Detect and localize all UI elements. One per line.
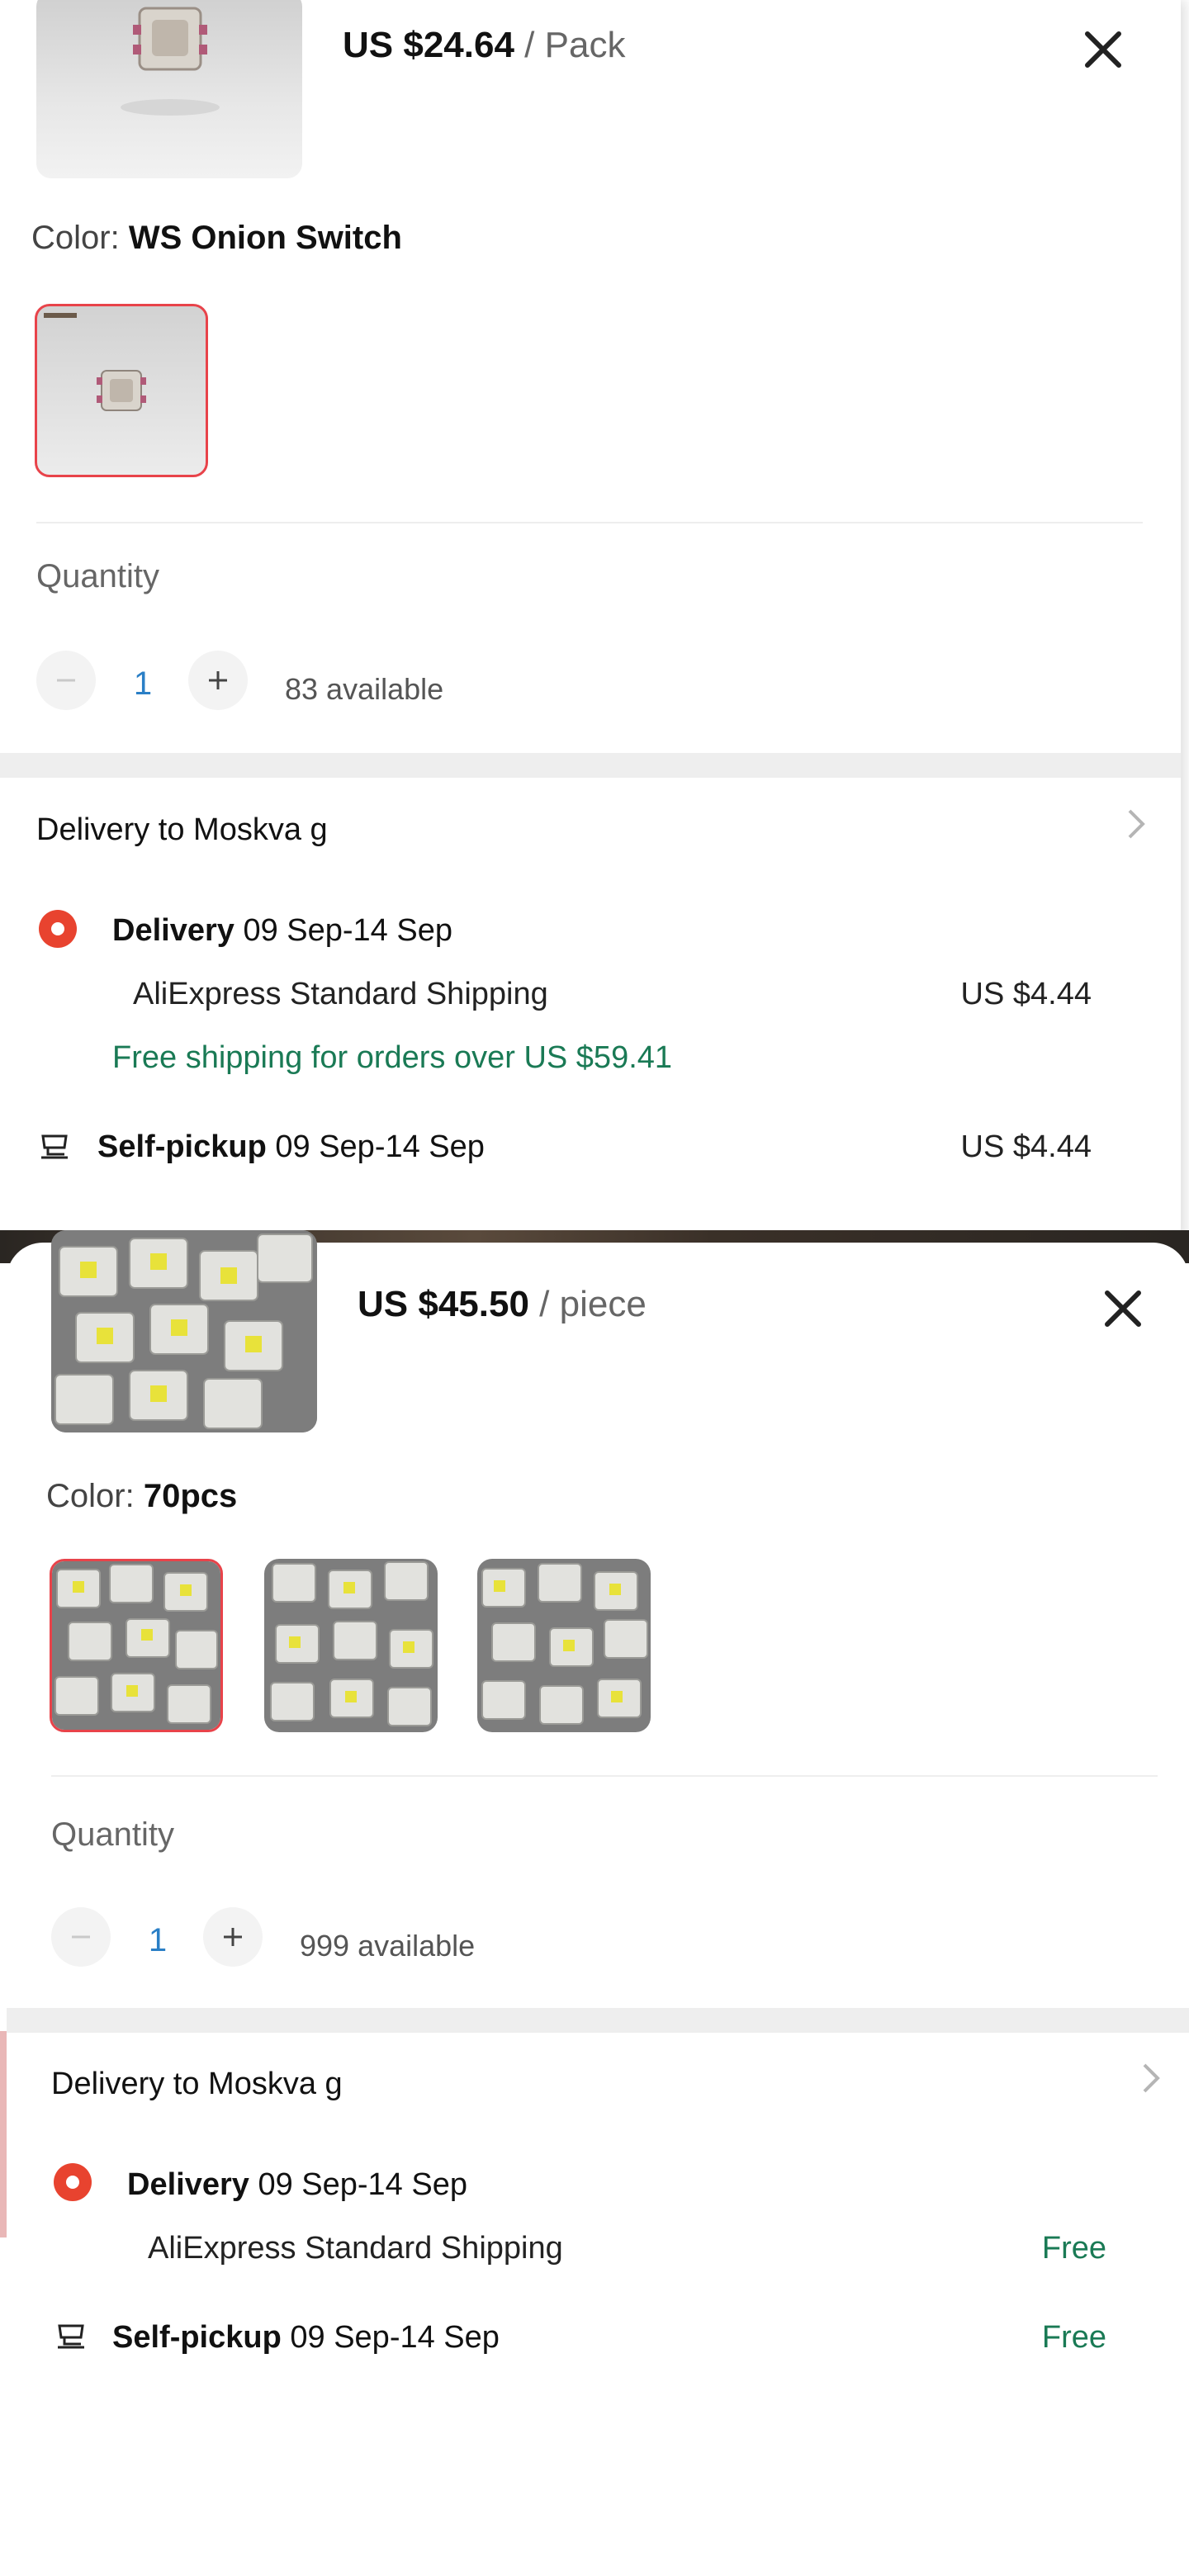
self-pickup-option[interactable]: Self-pickup 09 Sep-14 Sep	[97, 1129, 485, 1165]
delivery-radio-selected[interactable]	[54, 2163, 92, 2201]
price: US $24.64 / Pack	[343, 25, 625, 66]
delivery-label: Delivery	[127, 2167, 249, 2202]
color-label: Color:	[31, 220, 120, 256]
divider	[51, 1775, 1158, 1777]
quantity-value[interactable]: 1	[137, 1922, 178, 1959]
close-icon	[1105, 1290, 1141, 1327]
available-stock: 999 available	[300, 1929, 476, 1963]
available-stock: 83 available	[285, 672, 444, 706]
price-value: US $24.64	[343, 25, 514, 65]
decrement-button[interactable]	[51, 1907, 111, 1967]
divider	[36, 522, 1143, 523]
minus-icon	[72, 1935, 90, 1939]
free-shipping-note: Free shipping for orders over US $59.41	[112, 1040, 673, 1075]
price-unit: / piece	[539, 1284, 647, 1324]
chevron-right-icon[interactable]	[1135, 2062, 1168, 2095]
increment-button[interactable]	[203, 1907, 263, 1967]
pickup-dates: 09 Sep-14 Sep	[275, 1129, 485, 1164]
color-selection-label: Color: WS Onion Switch	[31, 220, 402, 257]
price-value: US $45.50	[358, 1284, 529, 1324]
color-label: Color:	[46, 1478, 135, 1514]
product-image	[51, 1230, 317, 1432]
product-image	[36, 0, 302, 178]
delivery-dates: 09 Sep-14 Sep	[258, 2167, 467, 2202]
close-button[interactable]	[1073, 20, 1133, 79]
pickup-label: Self-pickup	[97, 1129, 267, 1164]
pickup-cost: US $4.44	[960, 1129, 1092, 1164]
chevron-right-icon[interactable]	[1120, 807, 1153, 841]
product-sheet-70pcs: US $45.50 / piece Color: 70pcs Quantity …	[7, 1230, 1189, 2576]
shipping-cost: Free	[1041, 2231, 1106, 2266]
section-separator	[7, 2008, 1189, 2033]
quantity-label: Quantity	[51, 1816, 174, 1853]
shipping-method: AliExpress Standard Shipping	[133, 977, 548, 1011]
delivery-destination[interactable]: Delivery to Moskva g	[51, 2067, 343, 2102]
color-value: WS Onion Switch	[128, 220, 402, 256]
decrement-button[interactable]	[36, 651, 96, 710]
color-selection-label: Color: 70pcs	[46, 1478, 237, 1515]
price: US $45.50 / piece	[358, 1284, 647, 1325]
color-value: 70pcs	[143, 1478, 238, 1514]
variant-option-ws-onion[interactable]	[35, 304, 208, 477]
delivery-destination[interactable]: Delivery to Moskva g	[36, 812, 328, 848]
increment-button[interactable]	[188, 651, 248, 710]
pickup-label: Self-pickup	[112, 2320, 282, 2355]
quantity-value[interactable]: 1	[122, 665, 163, 703]
pickup-dates: 09 Sep-14 Sep	[290, 2320, 500, 2355]
section-separator	[0, 753, 1181, 778]
delivery-radio-selected[interactable]	[39, 910, 77, 948]
background-peek	[0, 2031, 7, 2237]
pickup-icon	[58, 2324, 84, 2349]
plus-icon	[209, 671, 227, 689]
delivery-option: Delivery 09 Sep-14 Sep	[127, 2167, 467, 2203]
minus-icon	[57, 679, 75, 682]
plus-icon	[224, 1928, 242, 1946]
delivery-label: Delivery	[112, 913, 234, 948]
close-icon	[1085, 31, 1121, 68]
delivery-option: Delivery 09 Sep-14 Sep	[112, 913, 452, 949]
product-sheet-ws-onion: US $24.64 / Pack Color: WS Onion Switch …	[0, 0, 1181, 1238]
shipping-cost: US $4.44	[960, 977, 1092, 1011]
variant-option-3[interactable]	[477, 1559, 651, 1732]
price-unit: / Pack	[524, 25, 626, 65]
shipping-method: AliExpress Standard Shipping	[148, 2231, 563, 2266]
close-button[interactable]	[1093, 1279, 1153, 1338]
pickup-cost: Free	[1041, 2320, 1106, 2355]
variant-option-2[interactable]	[264, 1559, 438, 1732]
pickup-icon	[41, 1134, 68, 1159]
delivery-dates: 09 Sep-14 Sep	[243, 913, 452, 948]
quantity-label: Quantity	[36, 558, 159, 594]
self-pickup-option[interactable]: Self-pickup 09 Sep-14 Sep	[112, 2320, 500, 2356]
variant-option-1[interactable]	[50, 1559, 223, 1732]
